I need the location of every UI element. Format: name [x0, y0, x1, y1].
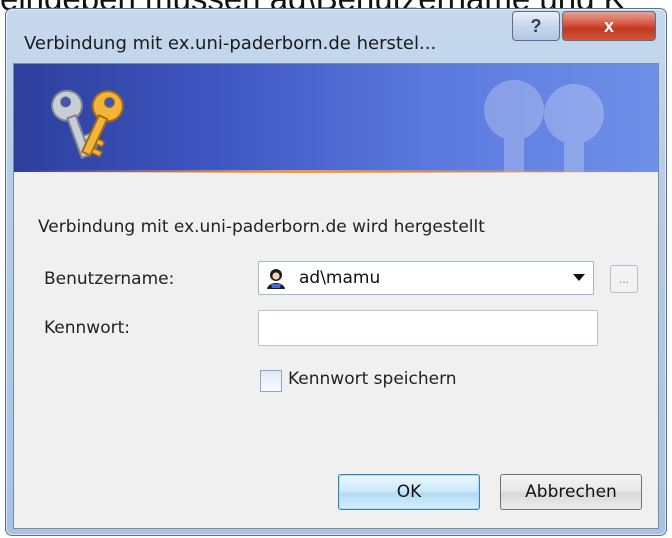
username-combobox[interactable]: ad\mamu: [258, 261, 594, 295]
dialog-body: Verbindung mit ex.uni-paderborn.de wird …: [13, 63, 659, 529]
chevron-down-icon[interactable]: [573, 274, 585, 281]
cancel-button[interactable]: Abbrechen: [500, 474, 642, 510]
username-value: ad\mamu: [299, 268, 381, 288]
remember-password-checkbox[interactable]: [260, 370, 282, 392]
password-input[interactable]: [258, 310, 598, 346]
close-icon: x: [603, 15, 614, 36]
banner-accent-line: [14, 170, 658, 173]
window-title: Verbindung mit ex.uni-paderborn.de herst…: [24, 33, 437, 54]
remember-password-label[interactable]: Kennwort speichern: [288, 369, 457, 389]
ok-button[interactable]: OK: [338, 474, 480, 510]
help-icon: ?: [530, 15, 542, 36]
title-bar[interactable]: Verbindung mit ex.uni-paderborn.de herst…: [6, 9, 666, 63]
password-label: Kennwort:: [44, 318, 130, 338]
username-label: Benutzername:: [44, 269, 175, 289]
close-button[interactable]: x: [562, 11, 656, 41]
browse-button[interactable]: ...: [610, 265, 638, 293]
user-avatar-icon: [267, 269, 285, 289]
keys-icon: [51, 89, 124, 160]
banner: [14, 64, 658, 172]
credentials-dialog: Verbindung mit ex.uni-paderborn.de herst…: [5, 8, 667, 536]
help-button[interactable]: ?: [512, 11, 560, 41]
keys-watermark-icon: [484, 80, 604, 172]
connection-message: Verbindung mit ex.uni-paderborn.de wird …: [38, 217, 485, 237]
